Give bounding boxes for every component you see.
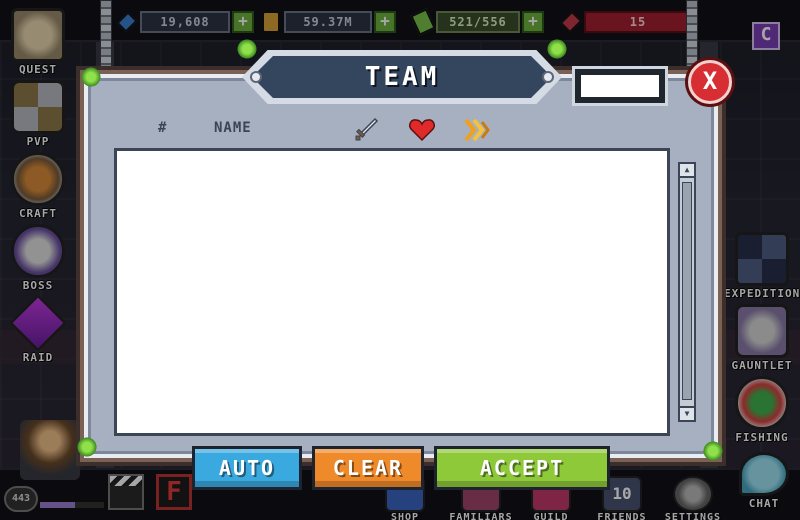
speed-chevron-icon-graphic [464, 118, 490, 142]
column-header-name: NAME [214, 120, 252, 136]
vine-decoration [76, 436, 98, 458]
team-search-input[interactable] [581, 75, 659, 97]
scroll-up-arrow-icon[interactable]: ▲ [680, 164, 694, 178]
vine-decoration [546, 38, 568, 60]
list-scrollbar[interactable]: ▲ ▼ [678, 162, 696, 422]
heart-icon-graphic [409, 119, 435, 142]
column-header-number: # [158, 120, 168, 136]
clear-button[interactable]: CLEAR [312, 446, 424, 490]
rivet [542, 71, 554, 83]
vine-decoration [80, 66, 102, 88]
vine-decoration [702, 440, 724, 462]
scrollbar-thumb[interactable] [682, 182, 692, 400]
vine-decoration [236, 38, 258, 60]
team-list[interactable] [114, 148, 670, 436]
sword-icon-graphic [355, 117, 379, 141]
rivet [250, 71, 262, 83]
accept-button[interactable]: ACCEPT [434, 446, 610, 490]
auto-button[interactable]: AUTO [192, 446, 302, 490]
title-banner: TEAM [252, 56, 552, 98]
scroll-down-arrow-icon[interactable]: ▼ [680, 406, 694, 420]
modal-title: TEAM [364, 62, 440, 92]
sword-icon[interactable] [352, 116, 380, 144]
close-button[interactable]: X [688, 60, 732, 104]
heart-icon[interactable] [408, 116, 436, 144]
speed-chevron-icon[interactable] [462, 116, 490, 144]
team-search-box [572, 66, 668, 106]
